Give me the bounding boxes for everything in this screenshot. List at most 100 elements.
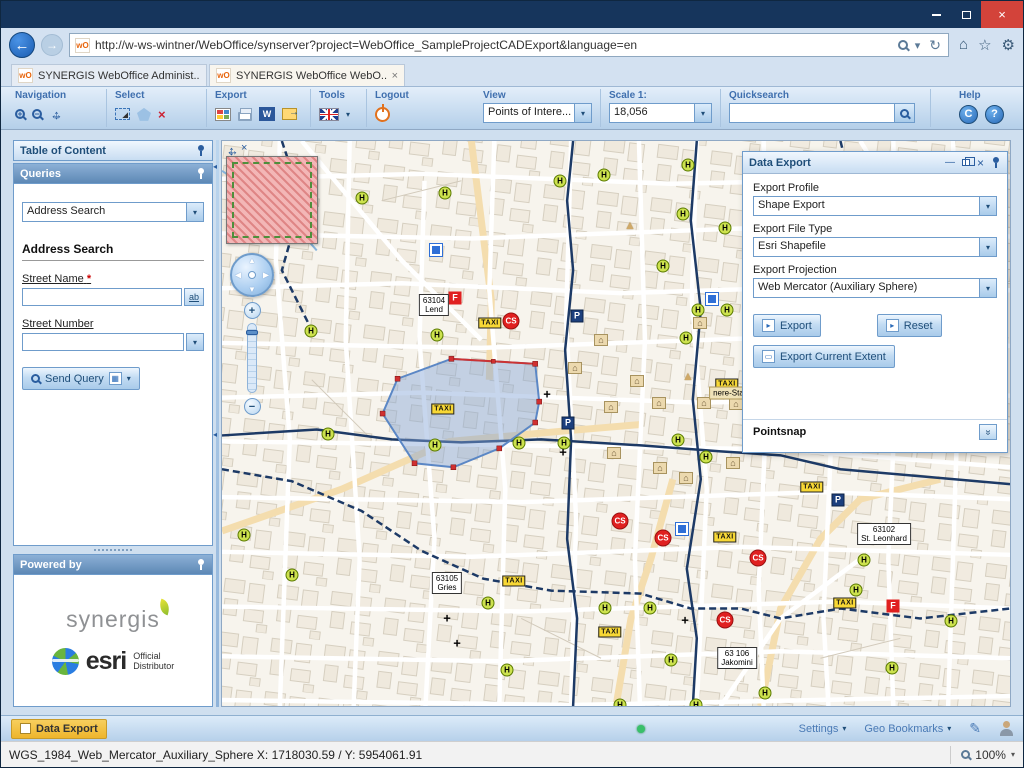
tab-close-icon[interactable]: ×	[392, 70, 398, 82]
panel-header-powered-by[interactable]: Powered by	[13, 554, 213, 575]
data-export-icon[interactable]	[282, 108, 297, 120]
clear-selection-icon[interactable]: ×	[158, 107, 166, 122]
geo-bookmarks-menu[interactable]: Geo Bookmarks ▾	[864, 723, 951, 735]
collapse-arrow-icon[interactable]: ◂	[213, 430, 217, 439]
pin-icon[interactable]	[196, 168, 206, 180]
expand-chevrons-icon[interactable]: »	[979, 424, 997, 440]
pin-icon[interactable]	[196, 559, 206, 571]
pin-icon[interactable]	[991, 157, 1001, 169]
user-icon[interactable]	[999, 721, 1013, 736]
settings-gear-icon[interactable]: ⚙	[1002, 36, 1015, 54]
map-viewport[interactable]: HHHHHHHHHHHHHHHHHHHHHHHHHHHHHHHHHH⌂⌂⌂⌂⌂⌂…	[221, 140, 1011, 707]
pan-down-icon[interactable]: ▼	[248, 285, 256, 294]
chevron-down-icon[interactable]: ▾	[979, 279, 996, 297]
zoom-in-button[interactable]: +	[244, 302, 261, 319]
tab-administration[interactable]: wO SYNERGIS WebOffice Administ...	[11, 64, 207, 86]
pin-icon[interactable]	[196, 145, 206, 157]
quicksearch-field[interactable]	[730, 104, 894, 122]
zoom-slider[interactable]	[247, 323, 257, 393]
zoom-out-button[interactable]: −	[244, 398, 261, 415]
close-icon[interactable]: ×	[241, 142, 247, 154]
panel-header-queries[interactable]: Queries	[13, 163, 213, 184]
chevron-down-icon[interactable]: ▾	[574, 104, 591, 122]
word-export-icon[interactable]: W	[259, 107, 275, 121]
close-icon[interactable]: ×	[977, 156, 984, 170]
settings-menu[interactable]: Settings ▾	[799, 723, 847, 735]
forward-button[interactable]: →	[41, 34, 63, 56]
tab-weboffice[interactable]: wO SYNERGIS WebOffice WebO... ×	[209, 64, 405, 86]
help-button[interactable]: ?	[985, 105, 1004, 124]
chevron-down-icon[interactable]: ▾	[979, 238, 996, 256]
minimize-icon[interactable]: —	[945, 157, 955, 168]
print-icon[interactable]	[238, 112, 252, 121]
refresh-icon[interactable]: ↻	[927, 37, 943, 54]
scale-select[interactable]: 18,056 ▾	[609, 103, 712, 123]
maximize-button[interactable]	[951, 5, 981, 25]
zoom-out-icon[interactable]: −	[32, 109, 42, 119]
favorites-star-icon[interactable]: ☆	[978, 36, 991, 54]
pointsnap-section[interactable]: Pointsnap »	[753, 420, 997, 444]
street-name-input[interactable]	[22, 288, 182, 306]
map-marker-x: +	[681, 614, 689, 627]
pan-right-icon[interactable]: ▶	[263, 271, 269, 280]
logout-power-icon[interactable]	[375, 107, 390, 122]
panel-resize-handle[interactable]	[94, 549, 132, 551]
chevron-down-icon[interactable]: ▾	[694, 104, 711, 122]
redlining-pencil-icon[interactable]: ✎	[969, 720, 981, 737]
quicksearch-button[interactable]	[894, 104, 914, 122]
collapse-arrow-icon[interactable]: ◂	[213, 162, 217, 171]
panel-header-table-of-content[interactable]: Table of Content	[13, 140, 213, 161]
close-button[interactable]: ×	[981, 1, 1023, 28]
chevron-down-icon[interactable]: ▾	[186, 203, 203, 221]
restore-icon[interactable]	[962, 159, 970, 166]
copyright-button[interactable]: C	[959, 105, 978, 124]
move-icon[interactable]	[226, 143, 237, 154]
view-select[interactable]: Points of Intere... ▾	[483, 103, 592, 123]
quicksearch-input[interactable]	[729, 103, 915, 123]
address-bar[interactable]: wO http://w-ws-wintner/WebOffice/synserv…	[69, 33, 949, 57]
data-export-header[interactable]: Data Export — ×	[743, 152, 1007, 174]
data-export-task-tab[interactable]: Data Export	[11, 719, 107, 739]
select-rectangle-icon[interactable]	[115, 108, 130, 120]
chevron-down-icon[interactable]: ▾	[913, 39, 923, 52]
export-profile-select[interactable]: Shape Export ▾	[753, 196, 997, 216]
group-label: Scale 1:	[609, 90, 712, 103]
reset-button[interactable]: ▸ Reset	[877, 314, 942, 337]
zoom-slider-handle[interactable]	[246, 330, 258, 335]
overview-map[interactable]	[226, 156, 318, 244]
chevron-down-icon[interactable]: ▾	[979, 197, 996, 215]
export-current-extent-button[interactable]: ▭ Export Current Extent	[753, 345, 895, 368]
map-marker-f: F	[887, 600, 900, 613]
language-flag-icon[interactable]	[319, 108, 339, 121]
pan-up-icon[interactable]: ▲	[248, 256, 256, 265]
soundex-button[interactable]: ab	[184, 288, 204, 306]
zoom-in-icon[interactable]: +	[15, 109, 25, 119]
send-query-button[interactable]: Send Query ▦ ▾	[22, 367, 140, 390]
street-number-input[interactable]	[22, 333, 184, 351]
query-type-select[interactable]: Address Search ▾	[22, 202, 204, 222]
back-button[interactable]: ←	[9, 32, 35, 58]
browser-zoom-control[interactable]: 100% ▾	[950, 746, 1015, 764]
pan-compass[interactable]: ▲ ▼ ◀ ▶	[230, 253, 274, 297]
export-filetype-select[interactable]: Esri Shapefile ▾	[753, 237, 997, 257]
map-marker-h: H	[614, 699, 627, 708]
chevron-down-icon[interactable]: ▾	[346, 110, 350, 119]
home-icon[interactable]: ⌂	[959, 36, 968, 54]
pan-left-icon[interactable]: ◀	[235, 271, 241, 280]
pan-center-dot[interactable]	[248, 271, 256, 279]
url-text[interactable]: http://w-ws-wintner/WebOffice/synserver?…	[95, 38, 893, 52]
sidebar-splitter[interactable]: ◂ ◂	[213, 140, 221, 707]
minimize-button[interactable]	[921, 5, 951, 25]
splitter-bar[interactable]	[216, 140, 219, 707]
export-projection-select[interactable]: Web Mercator (Auxiliary Sphere) ▾	[753, 278, 997, 298]
pan-icon[interactable]	[49, 107, 64, 122]
map-marker-x: +	[453, 637, 461, 650]
select-polygon-icon[interactable]	[137, 108, 151, 121]
export-button[interactable]: ▸ Export	[753, 314, 821, 337]
chevron-down-icon[interactable]: ▾	[186, 333, 204, 351]
map-marker-h: H	[665, 654, 678, 667]
zoom-level: 100%	[975, 748, 1006, 762]
search-icon[interactable]	[898, 40, 908, 50]
browser-window: × ← → wO http://w-ws-wintner/WebOffice/s…	[0, 0, 1024, 768]
export-table-icon[interactable]	[215, 108, 231, 121]
